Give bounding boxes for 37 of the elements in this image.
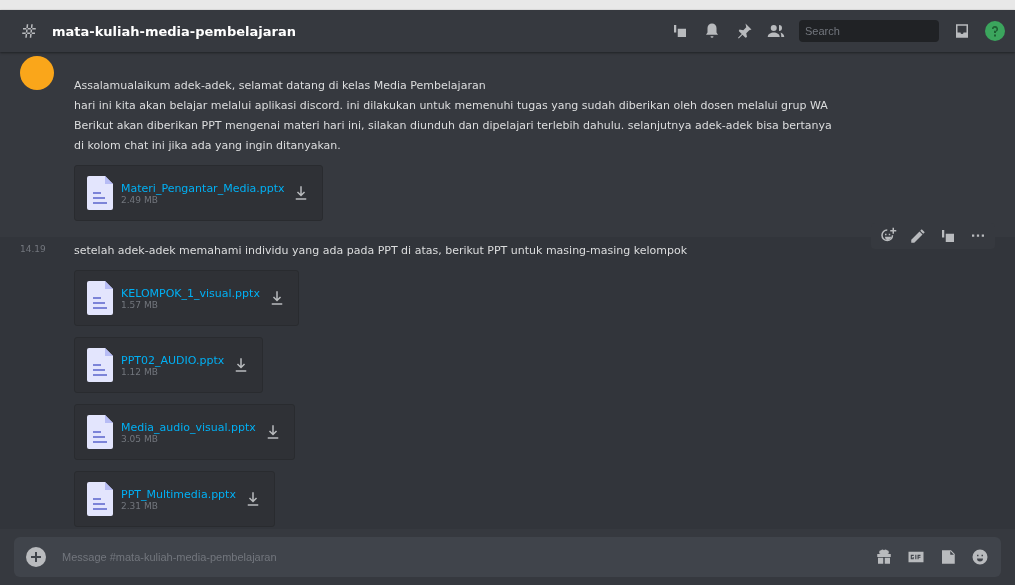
search-field[interactable]: Search [799,20,939,42]
file-size: 2.49 MB [121,194,159,205]
file-link[interactable]: PPT02_AUDIO.pptx [121,353,225,367]
thread-icon[interactable] [939,227,957,245]
message-text: di kolom chat ini jika ada yang ingin ditanyakan. [74,139,341,152]
user-avatar[interactable] [20,56,54,90]
message-text: hari ini kita akan belajar melalui aplikasi discord. ini dilakukan untuk memenuhi tugas yang sudah diberikan oleh dosen melalui grup WA [74,99,828,112]
document-icon [87,176,113,210]
sticker-icon[interactable] [939,548,957,566]
message-text: Assalamualaikum adek-adek, selamat datang di kelas Media Pembelajaran [74,79,486,92]
emoji-icon[interactable] [971,548,989,566]
message-time: 14.19 [20,244,46,256]
file-link[interactable]: KELOMPOK_1_visual.pptx [121,286,260,300]
members-icon[interactable] [767,22,785,40]
message-text: Berikut akan diberikan PPT mengenai materi hari ini, silakan diunduh dan dipelajari terlebih dahulu. selanjutnya adek-adek bisa bertanya [74,119,832,132]
file-size: 1.12 MB [121,366,159,377]
document-icon [87,281,113,315]
file-link[interactable]: PPT_Multimedia.pptx [121,487,236,501]
document-icon [87,348,113,382]
pin-icon[interactable] [735,22,753,40]
file-link[interactable]: Materi_Pengantar_Media.pptx [121,181,285,195]
file-size: 1.57 MB [121,299,158,310]
file-link[interactable]: Media_audio_visual.pptx [121,420,256,434]
document-icon [87,482,113,516]
help-icon[interactable] [985,21,1005,41]
bell-icon[interactable] [703,22,721,40]
file-size: 2.31 MB [121,500,158,511]
file-size: 3.05 MB [121,433,159,444]
document-icon [87,415,113,449]
message-text: setelah adek-adek memahami individu yang ada pada PPT di atas, berikut PPT untuk masing-masing kelompok [74,244,688,257]
add-icon[interactable] [26,547,46,567]
channel-title: mata-kuliah-media-pembelajaran [52,23,297,39]
inbox-icon[interactable] [953,22,971,40]
channel-icon [20,22,38,40]
gift-icon[interactable] [875,548,893,566]
threads-icon[interactable] [671,22,689,40]
pencil-icon[interactable] [909,227,927,245]
